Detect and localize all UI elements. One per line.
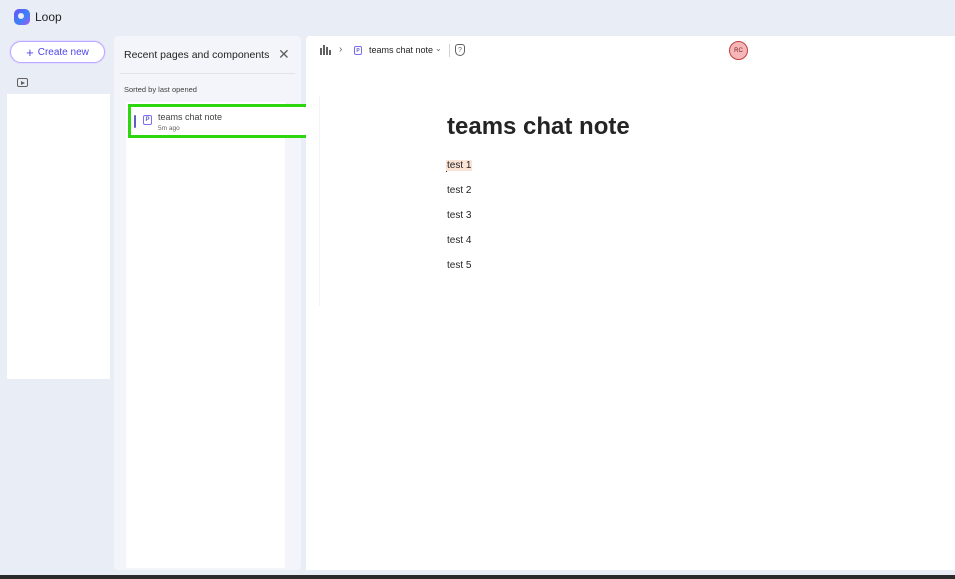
workspace-panel	[7, 94, 110, 379]
page-title[interactable]: teams chat note	[447, 113, 630, 141]
divider	[449, 44, 450, 57]
home-icon[interactable]	[320, 45, 331, 55]
title-bar: Loop	[0, 0, 955, 34]
divider	[319, 96, 320, 306]
chevron-down-icon[interactable]: ⌄	[435, 44, 442, 53]
recent-panel-title: Recent pages and components	[124, 49, 270, 61]
plus-icon: +	[26, 44, 34, 60]
paragraph[interactable]: test 1	[446, 160, 473, 171]
create-new-button[interactable]: + Create new	[10, 41, 105, 63]
breadcrumb-page[interactable]: teams chat note	[369, 45, 433, 55]
close-icon[interactable]: ✕	[278, 47, 290, 61]
selection-indicator	[134, 115, 136, 128]
loop-logo-icon	[14, 9, 30, 25]
sort-label: Sorted by last opened	[124, 85, 197, 94]
shield-icon[interactable]: ?	[455, 44, 465, 56]
list-item-time: 5m ago	[158, 125, 180, 132]
window-border	[0, 575, 955, 579]
list-item[interactable]: P teams chat note 5m ago	[128, 104, 318, 138]
divider	[120, 73, 295, 74]
paragraph[interactable]: test 2	[447, 185, 471, 196]
page-icon: P	[143, 115, 152, 125]
page-canvas: › P teams chat note ⌄ ? RC teams chat no…	[306, 36, 955, 570]
page-icon: P	[354, 46, 362, 55]
chevron-right-icon: ›	[339, 44, 343, 55]
create-new-label: Create new	[37, 46, 89, 58]
avatar[interactable]: RC	[729, 41, 748, 60]
paragraph[interactable]: test 5	[447, 260, 471, 271]
paragraph[interactable]: test 3	[447, 210, 471, 221]
app-name: Loop	[35, 10, 62, 24]
recent-list: P teams chat note 5m ago	[126, 102, 318, 568]
recent-panel: Recent pages and components ✕ Sorted by …	[114, 36, 318, 570]
paragraph[interactable]: test 4	[447, 235, 471, 246]
video-icon[interactable]	[17, 78, 28, 87]
list-item-title: teams chat note	[158, 112, 223, 122]
